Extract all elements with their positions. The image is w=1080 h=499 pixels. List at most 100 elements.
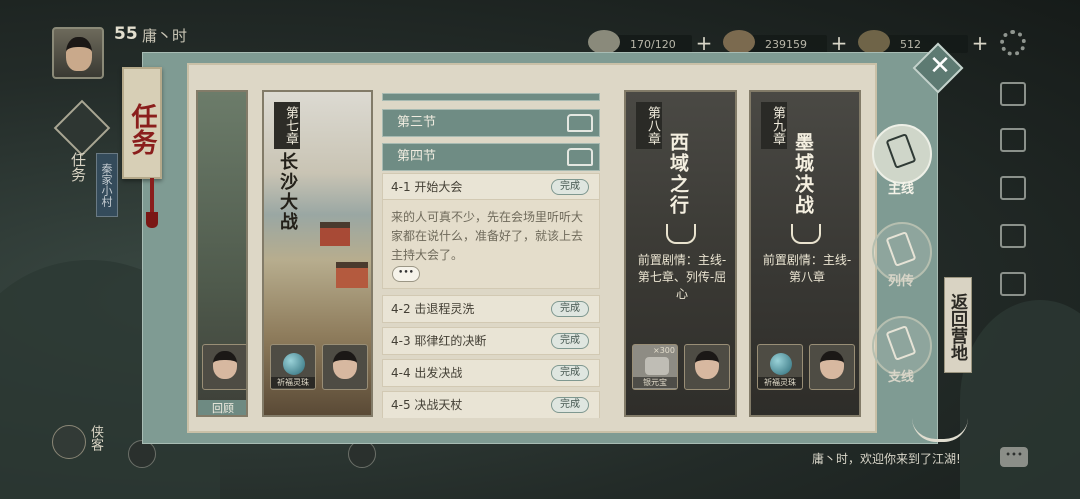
silver-ingot-icon: [645, 357, 669, 375]
tab-side-quest-label: 支线: [888, 370, 915, 385]
tab-main-story-label: 主线: [888, 182, 915, 197]
status-badge: 完成: [551, 365, 589, 381]
chapter-name: 墨城决战: [792, 132, 814, 216]
settings-gear-icon[interactable]: [1000, 30, 1026, 56]
guest-button[interactable]: 侠客: [52, 425, 110, 461]
bottom-menu-icon[interactable]: [348, 440, 376, 468]
status-badge: 完成: [551, 179, 589, 195]
resource-copper: 239159 +: [723, 30, 847, 54]
character-portrait: [695, 351, 719, 379]
quest-row[interactable]: 4-2 击退程灵洗 完成: [382, 295, 600, 323]
chapter-requirement: 前置剧情：主线-第八章: [762, 253, 852, 284]
task-menu-label: 任务: [69, 152, 87, 182]
reward-slot[interactable]: 祈福灵珠: [757, 344, 803, 390]
scroll-icon: [885, 133, 917, 169]
bag-icon[interactable]: [1000, 128, 1026, 152]
tab-biography-label: 列传: [888, 274, 915, 289]
chapter-card-previous[interactable]: 回顾: [196, 90, 248, 417]
chat-icon[interactable]: •••: [1000, 447, 1028, 467]
chapter-requirement: 前置剧情：主线-第七章、列传-屈心: [637, 253, 727, 301]
orb-icon: [770, 353, 792, 375]
tab-main-story[interactable]: [872, 124, 932, 184]
quest-title: 4-3 耶律红的决断: [391, 334, 487, 348]
chapter-card-7[interactable]: 第七章 长沙大战 祈福灵珠: [262, 90, 373, 417]
dialogue-icon[interactable]: •••: [392, 266, 420, 282]
title-tassel-end: [146, 212, 158, 228]
reward-quantity: ×300: [653, 346, 675, 355]
quest-title: 4-4 出发决战: [391, 366, 463, 380]
review-button[interactable]: 回顾: [198, 400, 246, 415]
add-copper-button[interactable]: +: [829, 33, 849, 54]
section-title: 第四节: [397, 149, 437, 164]
chapter-number: 第九章: [761, 102, 787, 149]
bottom-menu-icon[interactable]: [128, 440, 156, 468]
reward-label: 银元宝: [633, 377, 677, 388]
chapter-name: 长沙大战: [277, 152, 298, 232]
player-level: 55: [114, 24, 138, 44]
card-icon: [885, 325, 917, 361]
guest-label: 侠客: [88, 425, 103, 451]
chapter-card-8[interactable]: 第八章 西域之行 前置剧情：主线-第七章、列传-屈心 ×300 银元宝: [624, 90, 737, 417]
reward-slot[interactable]: [322, 344, 368, 390]
panel-title: 任务: [122, 67, 162, 179]
status-badge: 完成: [551, 301, 589, 317]
chest-icon[interactable]: [567, 114, 593, 132]
quest-detail-text: 来的人可真不少，先在会场里听听大家都在说什么，准备好了，就该上去主持大会了。: [391, 210, 584, 262]
player-name: 庸丶时: [142, 27, 188, 45]
reward-slot[interactable]: [684, 344, 730, 390]
section-header-3[interactable]: 第三节: [382, 109, 600, 137]
close-icon: ✕: [929, 50, 951, 81]
reward-slot[interactable]: [202, 344, 246, 390]
status-badge: 完成: [551, 333, 589, 349]
resource-value: 239159: [765, 37, 807, 51]
system-chat-message: 庸丶时，欢迎你来到了江湖!: [812, 452, 961, 466]
resource-value: 512: [900, 37, 921, 51]
add-silver-button[interactable]: +: [694, 33, 714, 54]
chapter-name: 西域之行: [667, 132, 689, 216]
character-portrait: [333, 351, 357, 379]
avatar-face: [66, 37, 92, 71]
section-title: 第三节: [397, 115, 437, 130]
character-portrait: [820, 351, 844, 379]
return-camp-button[interactable]: 返回营地: [944, 277, 972, 373]
quest-title: 4-5 决战天杖: [391, 398, 463, 412]
chapter-number: 第八章: [636, 102, 662, 149]
reward-label: 祈福灵珠: [271, 377, 315, 388]
lock-icon: [791, 224, 821, 244]
character-portrait: [213, 351, 237, 379]
red-pavilion-icon: [320, 222, 350, 246]
quest-list[interactable]: 第三节 第四节 4-1 开始大会 完成 来的人可真不少，先在会场里听听大家都在说…: [382, 93, 602, 418]
orb-icon: [283, 353, 305, 375]
quest-row[interactable]: 4-1 开始大会 完成: [382, 173, 600, 201]
copper-icon: [723, 30, 755, 54]
book-icon: [885, 231, 917, 267]
resource-silver: 170/120 +: [588, 30, 712, 54]
quest-title: 4-2 击退程灵洗: [391, 302, 475, 316]
player-avatar[interactable]: [52, 27, 104, 79]
quest-row[interactable]: 4-3 耶律红的决断 完成: [382, 327, 600, 355]
resource-ingot: 512 +: [858, 30, 988, 54]
quest-row[interactable]: 4-5 决战天杖 完成: [382, 391, 600, 418]
section-header-4[interactable]: 第四节: [382, 143, 600, 171]
reward-slot[interactable]: 祈福灵珠: [270, 344, 316, 390]
chapter-card-9[interactable]: 第九章 墨城决战 前置剧情：主线-第八章 祈福灵珠: [749, 90, 861, 417]
chapter-number: 第七章: [274, 102, 300, 149]
resource-value: 170/120: [630, 37, 676, 51]
village-label[interactable]: 秦家小村: [96, 153, 118, 217]
silver-icon: [588, 30, 620, 54]
quest-row[interactable]: 4-4 出发决战 完成: [382, 359, 600, 387]
checklist-icon[interactable]: [1000, 224, 1026, 248]
section-header-stub: [382, 93, 600, 101]
reward-label: 祈福灵珠: [758, 377, 802, 388]
ingot-icon: [858, 30, 890, 54]
red-pavilion-icon: [336, 262, 368, 288]
status-badge: 完成: [551, 397, 589, 413]
reward-slot[interactable]: ×300 银元宝: [632, 344, 678, 390]
chest-icon[interactable]: [567, 148, 593, 166]
lock-icon: [666, 224, 696, 244]
reward-slot[interactable]: [809, 344, 855, 390]
add-ingot-button[interactable]: +: [970, 33, 990, 54]
scroll-icon[interactable]: [1000, 82, 1026, 106]
frame-icon[interactable]: [1000, 176, 1026, 200]
book-icon[interactable]: [1000, 272, 1026, 296]
